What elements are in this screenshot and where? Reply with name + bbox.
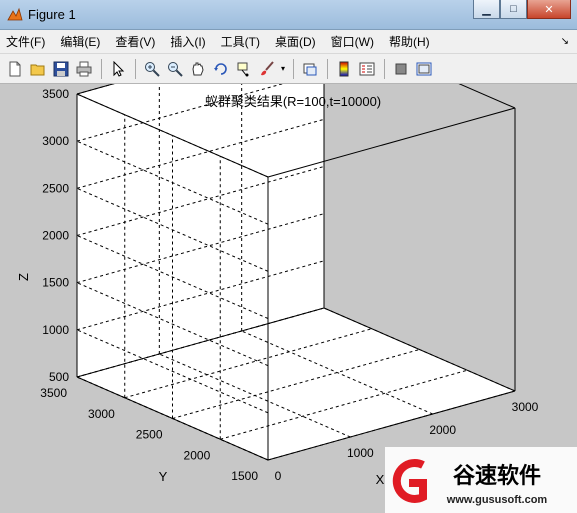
watermark-brand: 谷速软件 bbox=[453, 463, 541, 488]
zoom-in-icon bbox=[145, 61, 160, 77]
z-tick-label: 2500 bbox=[42, 181, 69, 195]
y-tick-label: 2000 bbox=[184, 448, 211, 462]
link-plot-button[interactable] bbox=[299, 58, 321, 80]
brush-icon bbox=[261, 60, 274, 75]
maximize-icon: □ bbox=[510, 3, 517, 15]
z-tick-label: 3500 bbox=[42, 87, 69, 101]
toolbar-separator bbox=[327, 58, 328, 79]
data-cursor-icon bbox=[237, 62, 249, 76]
pan-icon bbox=[192, 62, 204, 75]
rotate-3d-button[interactable] bbox=[210, 58, 232, 80]
matlab-icon bbox=[7, 7, 23, 21]
save-icon bbox=[53, 61, 69, 76]
figure-toolbar: ▾ bbox=[0, 54, 577, 84]
chart-title: 蚁群聚类结果(R=100,t=10000) bbox=[205, 94, 381, 109]
z-tick-label: 1000 bbox=[42, 323, 69, 337]
new-figure-icon bbox=[9, 61, 21, 76]
brush-button[interactable] bbox=[256, 58, 278, 80]
menu-desktop[interactable]: 桌面(D) bbox=[275, 33, 316, 50]
print-icon bbox=[76, 61, 92, 76]
colorbar-button[interactable] bbox=[333, 58, 355, 80]
menu-window[interactable]: 窗口(W) bbox=[331, 33, 374, 50]
window-title: Figure 1 bbox=[28, 7, 76, 22]
y-tick-label: 2500 bbox=[136, 428, 163, 442]
legend-button[interactable] bbox=[356, 58, 378, 80]
z-tick-label: 3000 bbox=[42, 134, 69, 148]
x-tick-label: 0 bbox=[275, 469, 282, 483]
chevron-down-icon: ▾ bbox=[280, 64, 285, 73]
hide-plot-tools-button[interactable] bbox=[390, 58, 412, 80]
data-cursor-button[interactable] bbox=[233, 58, 255, 80]
close-button[interactable]: ✕ bbox=[527, 0, 571, 19]
z-tick-label: 500 bbox=[49, 370, 69, 384]
pointer-icon bbox=[113, 60, 125, 77]
show-plot-tools-icon bbox=[416, 62, 432, 75]
menu-edit[interactable]: 编辑(E) bbox=[60, 33, 100, 50]
close-icon: ✕ bbox=[544, 3, 554, 16]
colorbar-icon bbox=[339, 61, 349, 76]
watermark-logo: 谷速软件 www.gususoft.com bbox=[385, 447, 577, 513]
pointer-button[interactable] bbox=[107, 58, 129, 80]
maximize-button[interactable]: □ bbox=[500, 0, 527, 19]
menu-help[interactable]: 帮助(H) bbox=[389, 33, 430, 50]
brush-dropdown-button[interactable]: ▾ bbox=[279, 58, 287, 80]
minimize-icon: ▁ bbox=[482, 3, 491, 16]
watermark-url: www.gususoft.com bbox=[446, 494, 548, 506]
open-file-icon bbox=[30, 64, 45, 75]
z-axis-label: Z bbox=[16, 273, 31, 281]
menu-file[interactable]: 文件(F) bbox=[6, 33, 45, 50]
zoom-in-button[interactable] bbox=[141, 58, 163, 80]
link-plot-icon bbox=[303, 63, 317, 75]
menu-tools[interactable]: 工具(T) bbox=[221, 33, 260, 50]
rotate-3d-icon bbox=[214, 62, 227, 75]
menu-dock-arrow-icon[interactable]: ↘ bbox=[561, 36, 569, 47]
print-button[interactable] bbox=[73, 58, 95, 80]
toolbar-separator bbox=[135, 58, 136, 79]
toolbar-separator bbox=[384, 58, 385, 79]
y-tick-label: 3500 bbox=[40, 386, 67, 400]
save-button[interactable] bbox=[50, 58, 72, 80]
new-figure-button[interactable] bbox=[4, 58, 26, 80]
show-plot-tools-button[interactable] bbox=[413, 58, 435, 80]
minimize-button[interactable]: ▁ bbox=[473, 0, 500, 19]
x-tick-label: 2000 bbox=[429, 423, 456, 437]
menu-bar: 文件(F) 编辑(E) 查看(V) 插入(I) 工具(T) 桌面(D) 窗口(W… bbox=[0, 30, 577, 54]
z-tick-label: 2000 bbox=[42, 229, 69, 243]
legend-icon bbox=[359, 62, 375, 75]
x-tick-label: 3000 bbox=[512, 400, 539, 414]
hide-plot-tools-icon bbox=[395, 63, 407, 74]
x-tick-label: 1000 bbox=[347, 446, 374, 460]
menu-view[interactable]: 查看(V) bbox=[115, 33, 155, 50]
menu-insert[interactable]: 插入(I) bbox=[170, 33, 205, 50]
z-tick-label: 1500 bbox=[42, 276, 69, 290]
toolbar-separator bbox=[293, 58, 294, 79]
pan-button[interactable] bbox=[187, 58, 209, 80]
title-bar[interactable]: Figure 1 ▁ □ ✕ bbox=[0, 0, 577, 30]
zoom-out-button[interactable] bbox=[164, 58, 186, 80]
figure-window: Figure 1 ▁ □ ✕ 文件(F) 编辑(E) 查看(V) 插入(I) 工… bbox=[0, 0, 577, 513]
y-tick-label: 3000 bbox=[88, 407, 115, 421]
toolbar-separator bbox=[101, 58, 102, 79]
y-axis-label: Y bbox=[159, 469, 168, 484]
open-file-button[interactable] bbox=[27, 58, 49, 80]
zoom-out-icon bbox=[168, 61, 183, 77]
x-axis-label: X bbox=[376, 472, 385, 487]
y-tick-label: 1500 bbox=[231, 469, 258, 483]
